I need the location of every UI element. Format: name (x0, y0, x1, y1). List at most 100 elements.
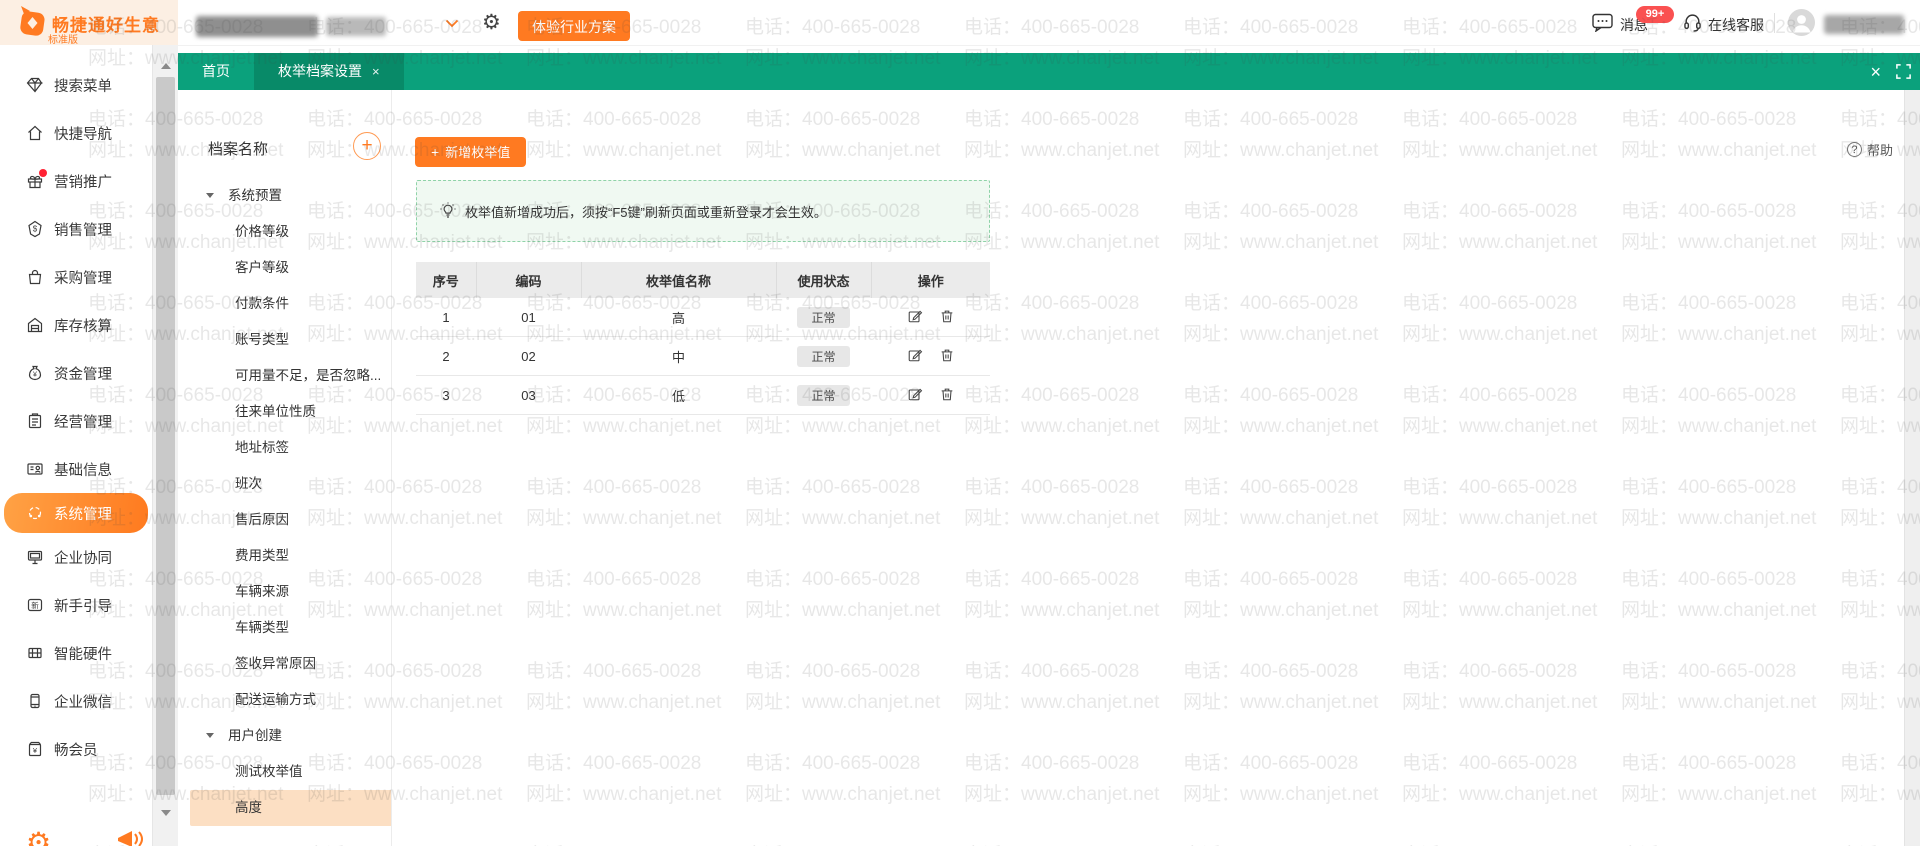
tree-item[interactable]: 签收异常原因 (178, 646, 391, 682)
cell-name: 中 (581, 336, 776, 376)
help-icon: ? (1846, 142, 1862, 157)
online-support-label[interactable]: 在线客服 (1708, 15, 1764, 35)
tab-home[interactable]: 首页 (178, 53, 254, 90)
tree-item[interactable]: 车辆类型 (178, 610, 391, 646)
plus-icon: + (431, 144, 440, 160)
scroll-up-icon[interactable] (161, 63, 171, 69)
table-body: 1 01 高正常 2 02 中正常 3 03 低正常 (416, 298, 990, 415)
tree-item[interactable]: 售后原因 (178, 502, 391, 538)
announcement-horn-icon[interactable] (116, 830, 146, 846)
cell-actions (871, 298, 990, 337)
tree-list: 系统预置 价格等级 客户等级 付款条件 账号类型 可用量不足，是否忽略... 往来单位性质地… (178, 178, 391, 826)
novice-icon: 新 (26, 596, 44, 614)
delete-icon[interactable] (939, 347, 955, 363)
tree-item[interactable]: 付款条件 (178, 286, 391, 322)
experience-plan-button[interactable]: 体验行业方案 (518, 11, 630, 41)
sidebar-item-gem[interactable]: 搜索菜单 (0, 61, 152, 109)
sidebar-item-label: 基础信息 (54, 462, 112, 479)
sidebar-item-sales[interactable]: $ 销售管理 (0, 205, 152, 253)
sales-icon: $ (26, 220, 44, 238)
table-header-row: 序号 编码 枚举值名称 使用状态 操作 (416, 262, 990, 298)
sidebar-item-label: 营销推广 (54, 174, 112, 191)
phone-icon (26, 692, 44, 710)
sidebar-item-bag[interactable]: 采购管理 (0, 253, 152, 301)
tab-close-icon[interactable]: × (372, 64, 380, 79)
company-suffix-redacted[interactable] (326, 17, 386, 36)
company-name-redacted[interactable] (196, 16, 318, 37)
sidebar-item-member[interactable]: ¥ 畅会员 (0, 725, 152, 773)
tree-item[interactable]: 高度 (190, 790, 391, 826)
user-avatar[interactable] (1788, 9, 1815, 36)
tree-item[interactable]: 往来单位性质 (178, 394, 391, 430)
tree-item[interactable]: 价格等级 (178, 214, 391, 250)
clipboard-icon (26, 412, 44, 430)
tree-item[interactable]: 测试枚举值 (178, 754, 391, 790)
chip-icon (26, 644, 44, 662)
bag-icon (26, 268, 44, 286)
add-archive-button[interactable]: + (353, 132, 381, 160)
headset-icon[interactable] (1682, 12, 1703, 33)
tree-item[interactable]: 配送运输方式 (178, 682, 391, 718)
edit-icon[interactable] (907, 347, 923, 363)
tree-group-label: 用户创建 (228, 728, 282, 743)
sidebar-item-label: 企业协同 (54, 550, 112, 567)
tree-group[interactable]: 用户创建 (178, 718, 391, 754)
close-icon[interactable]: × (1870, 63, 1881, 81)
scrollbar-thumb[interactable] (156, 77, 175, 795)
message-icon[interactable] (1592, 13, 1613, 32)
cell-name: 高 (581, 298, 776, 337)
delete-icon[interactable] (939, 308, 955, 324)
tree-item[interactable]: 地址标签 (178, 430, 391, 466)
row-actions (907, 386, 955, 402)
sidebar-item-home[interactable]: 快捷导航 (0, 109, 152, 157)
tree-item[interactable]: 客户等级 (178, 250, 391, 286)
column-header: 使用状态 (776, 262, 872, 298)
sidebar-item-clipboard[interactable]: 经营管理 (0, 397, 152, 445)
cell-status: 正常 (776, 298, 871, 337)
sidebar-item-phone[interactable]: 企业微信 (0, 677, 152, 725)
tree-item[interactable]: 班次 (178, 466, 391, 502)
cell-code: 03 (476, 375, 581, 415)
sidebar-item-pouch[interactable]: ¥ 资金管理 (0, 349, 152, 397)
tree-item[interactable]: 账号类型 (178, 322, 391, 358)
topbar-divider (1774, 13, 1775, 33)
cell-seq: 2 (416, 336, 476, 376)
tab-enum-settings[interactable]: 枚举档案设置 × (254, 53, 404, 90)
add-enum-button[interactable]: + 新增枚举值 (415, 137, 527, 167)
sidebar-item-monitor[interactable]: 企业协同 (0, 533, 152, 581)
sidebar-item-label: 快捷导航 (54, 126, 112, 143)
sidebar-item-chip[interactable]: 智能硬件 (0, 629, 152, 677)
sidebar-item-label: 企业微信 (54, 694, 112, 711)
row-actions (907, 308, 955, 324)
sidebar-item-label: 经营管理 (54, 414, 112, 431)
tree-panel-title: 档案名称 (208, 141, 269, 158)
sidebar-item-gift[interactable]: 营销推广 (0, 157, 152, 205)
sidebar-item-idcard[interactable]: 基础信息 (0, 445, 152, 493)
sidebar-item-sync[interactable]: 系统管理 (4, 493, 148, 533)
username-redacted[interactable] (1824, 15, 1904, 34)
edition-label: 标准版 (48, 35, 78, 46)
warehouse-icon (26, 316, 44, 334)
edit-icon[interactable] (907, 386, 923, 402)
sidebar-item-novice[interactable]: 新 新手引导 (0, 581, 152, 629)
settings-gear-icon[interactable]: ⚙ (482, 11, 501, 34)
delete-icon[interactable] (939, 386, 955, 402)
fullscreen-icon[interactable] (1895, 63, 1912, 80)
tree-item[interactable]: 车辆来源 (178, 574, 391, 610)
chevron-down-icon[interactable] (445, 19, 459, 28)
table-row: 1 01 高正常 (416, 298, 990, 337)
sidebar-item-warehouse[interactable]: 库存核算 (0, 301, 152, 349)
floating-gear-icon[interactable]: ⚙ (26, 826, 51, 846)
sidebar-item-label: 畅会员 (54, 742, 98, 759)
enum-settings-main: + 新增枚举值 ? 帮助 枚举值新增成功后，须按“F5键”刷新页面或重新登录才会生… (392, 90, 1904, 846)
status-badge: 正常 (797, 384, 850, 406)
help-button[interactable]: ? 帮助 (1846, 140, 1893, 159)
table-row: 3 03 低正常 (416, 375, 990, 415)
sidebar-scrollbar[interactable] (152, 45, 178, 846)
scroll-down-icon[interactable] (161, 810, 171, 816)
edit-icon[interactable] (907, 308, 923, 324)
tree-item[interactable]: 费用类型 (178, 538, 391, 574)
tree-group[interactable]: 系统预置 (178, 178, 391, 214)
main-scrollbar[interactable] (1904, 90, 1920, 846)
tree-item[interactable]: 可用量不足，是否忽略... (178, 358, 391, 394)
